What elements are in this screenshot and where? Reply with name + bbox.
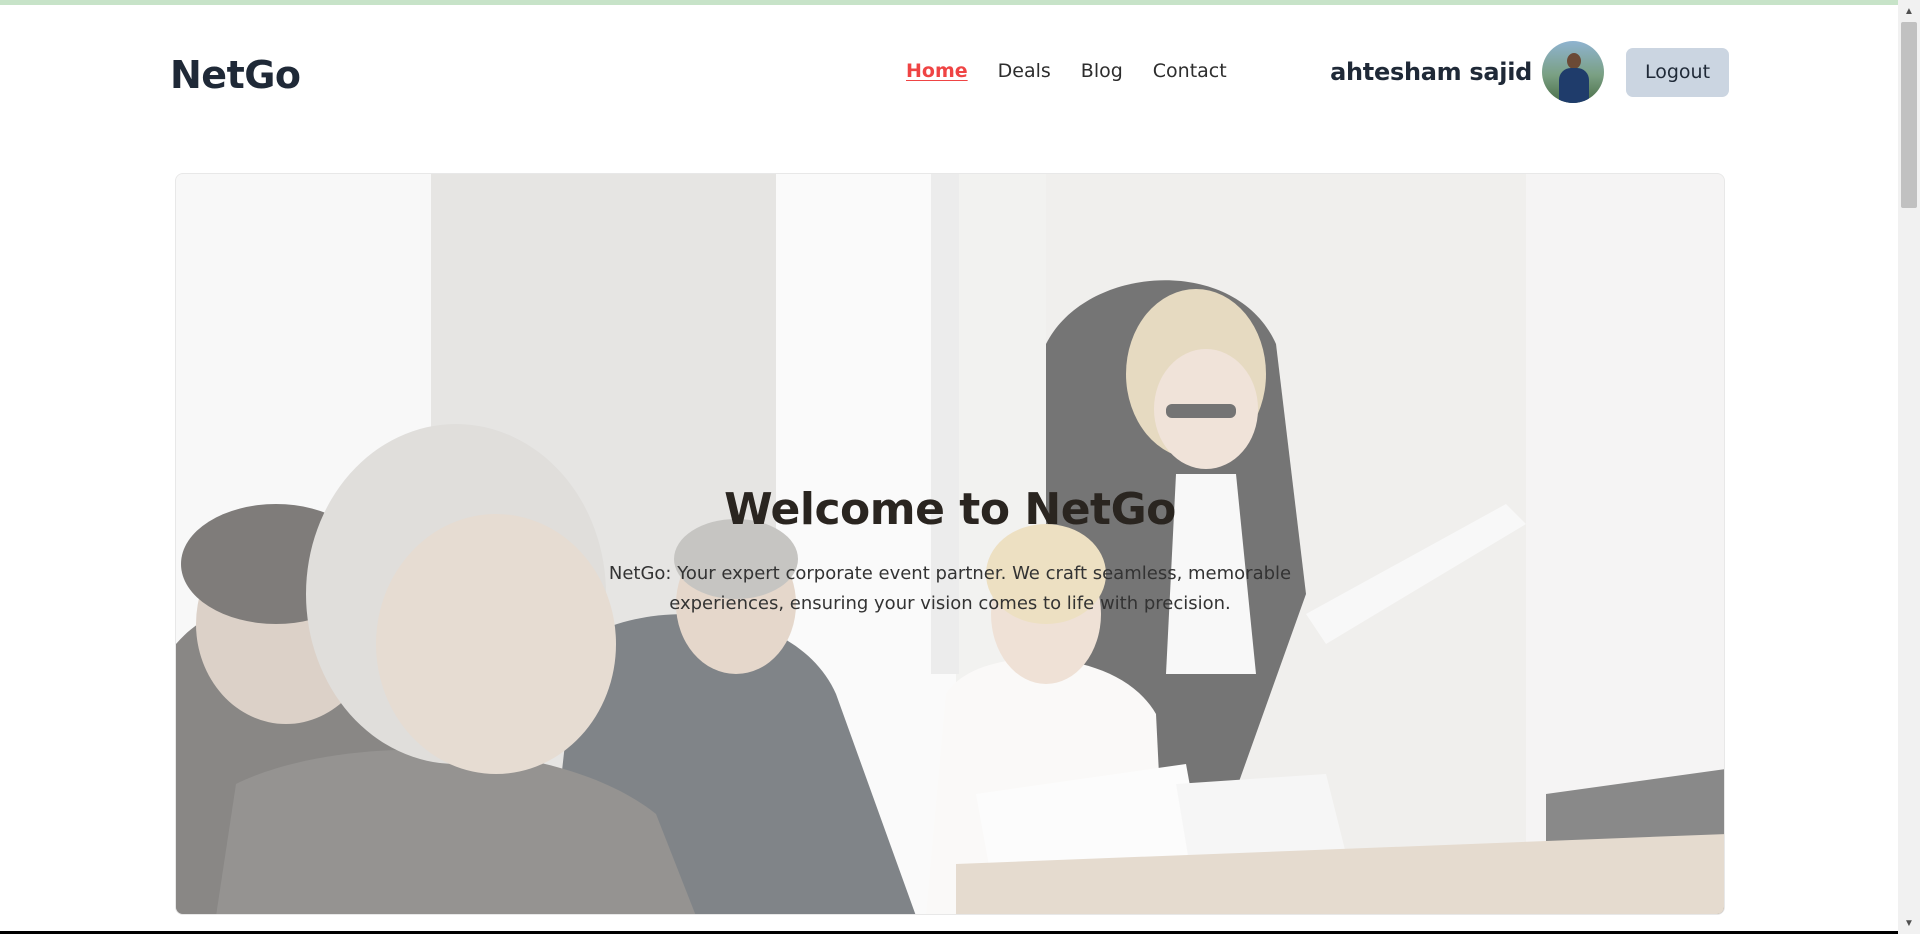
site-logo[interactable]: NetGo <box>170 53 301 97</box>
avatar-body-shape <box>1559 68 1589 103</box>
hero-content: Welcome to NetGo NetGo: Your expert corp… <box>176 484 1724 619</box>
page-scrollbar[interactable]: ▲ ▼ <box>1898 0 1920 934</box>
nav-home-link[interactable]: Home <box>906 60 968 82</box>
nav-contact-link[interactable]: Contact <box>1153 60 1227 82</box>
scroll-up-arrow-icon[interactable]: ▲ <box>1898 0 1920 22</box>
hero-description: NetGo: Your expert corporate event partn… <box>608 563 1292 614</box>
hero-banner: Welcome to NetGo NetGo: Your expert corp… <box>175 173 1725 915</box>
scroll-down-arrow-icon[interactable]: ▼ <box>1898 912 1920 934</box>
nav-deals-link[interactable]: Deals <box>998 60 1051 82</box>
browser-viewport: NetGo Home Deals Blog Contact ahtesham s… <box>0 0 1920 934</box>
avatar-head-shape <box>1567 53 1581 69</box>
hero-title: Welcome to NetGo <box>724 484 1176 535</box>
main-nav: Home Deals Blog Contact <box>906 60 1227 82</box>
user-area: ahtesham sajid Logout <box>1330 39 1898 105</box>
scroll-thumb[interactable] <box>1901 22 1917 208</box>
site-header: NetGo Home Deals Blog Contact ahtesham s… <box>0 5 1898 140</box>
logout-button[interactable]: Logout <box>1626 47 1729 97</box>
user-avatar[interactable] <box>1542 41 1604 103</box>
username-label: ahtesham sajid <box>1330 58 1532 86</box>
nav-blog-link[interactable]: Blog <box>1081 60 1123 82</box>
